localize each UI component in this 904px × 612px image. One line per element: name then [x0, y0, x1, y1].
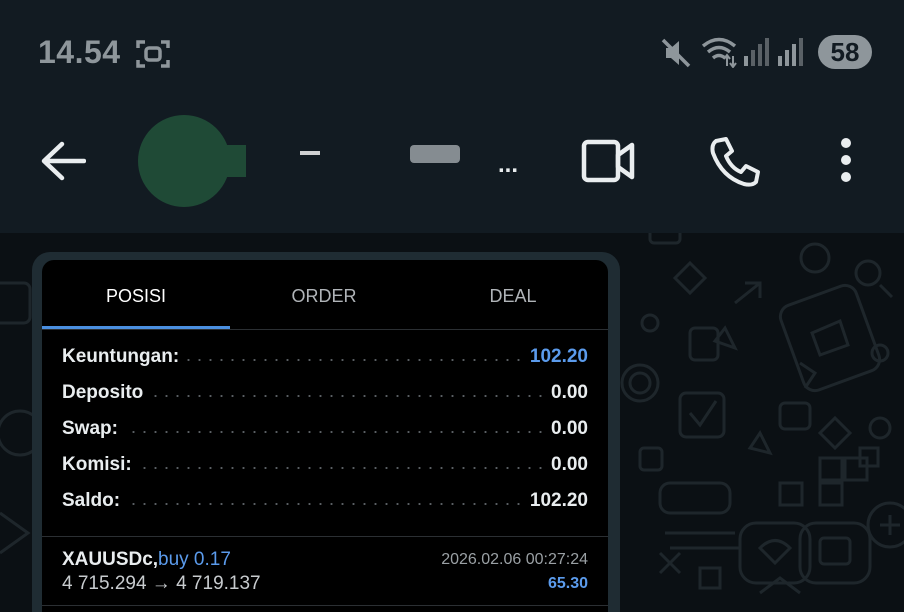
- position-time: 2026.02.06 00:27:24: [441, 551, 588, 568]
- dot-leader: [62, 431, 588, 433]
- contact-name-ellipsis[interactable]: ...: [498, 151, 518, 179]
- position-prices: 4 715.294 → 4 719.137: [62, 573, 261, 594]
- position-side: buy 0.17: [158, 549, 231, 570]
- tab-posisi[interactable]: POSISI: [42, 286, 230, 307]
- summary-value: 0.00: [545, 418, 588, 440]
- signal-icon: [744, 38, 772, 71]
- video-call-icon[interactable]: [580, 137, 636, 190]
- summary-row-deposito: Deposito 0.00: [62, 382, 588, 410]
- back-arrow-icon[interactable]: [40, 141, 87, 186]
- chat-header: ...: [0, 105, 904, 233]
- summary-value: 0.00: [545, 382, 588, 404]
- avatar-redaction: [222, 145, 246, 177]
- phone-icon[interactable]: [708, 135, 762, 194]
- tab-divider: [42, 329, 608, 330]
- trade-screenshot-image[interactable]: POSISI ORDER DEAL Keuntungan: 102.20 Dep…: [42, 260, 608, 612]
- mute-icon: [660, 38, 692, 73]
- dot-leader: [62, 467, 588, 469]
- more-vert-icon[interactable]: [836, 137, 856, 188]
- summary-label: Komisi:: [62, 454, 138, 476]
- trade-tabs: POSISI ORDER DEAL: [42, 260, 608, 330]
- summary-label: Keuntungan:: [62, 346, 186, 368]
- dot-leader: [62, 503, 588, 505]
- summary-value: 102.20: [523, 346, 588, 368]
- tab-deal[interactable]: DEAL: [418, 286, 608, 307]
- status-bar: 14.54 58: [0, 0, 904, 105]
- summary-row-saldo: Saldo: 102.20: [62, 490, 588, 518]
- contact-avatar[interactable]: [138, 115, 230, 207]
- summary-label: Deposito: [62, 382, 150, 404]
- status-time: 14.54: [38, 34, 121, 70]
- tab-order[interactable]: ORDER: [230, 286, 418, 307]
- position-symbol: XAUUSDc,: [62, 549, 159, 570]
- summary-value: 0.00: [545, 454, 588, 476]
- position-row[interactable]: XAUUSDc, buy 0.17 4 715.294 → 4 719.137 …: [42, 537, 608, 607]
- summary-value: 102.20: [523, 490, 588, 512]
- contact-name-redacted[interactable]: [410, 145, 460, 163]
- summary-row-komisi: Komisi: 0.00: [62, 454, 588, 482]
- summary-row-swap: Swap: 0.00: [62, 418, 588, 446]
- summary-label: Saldo:: [62, 490, 127, 512]
- position-profit: 65.30: [547, 575, 588, 592]
- signal-icon: [778, 38, 806, 71]
- summary-row-keuntungan: Keuntungan: 102.20: [62, 346, 588, 374]
- row-divider: [42, 605, 608, 606]
- summary-label: Swap:: [62, 418, 124, 440]
- screenshot-icon: [136, 38, 170, 75]
- contact-name-redacted[interactable]: [300, 151, 320, 155]
- wifi-icon: [700, 36, 738, 73]
- battery-badge: 58: [818, 35, 872, 69]
